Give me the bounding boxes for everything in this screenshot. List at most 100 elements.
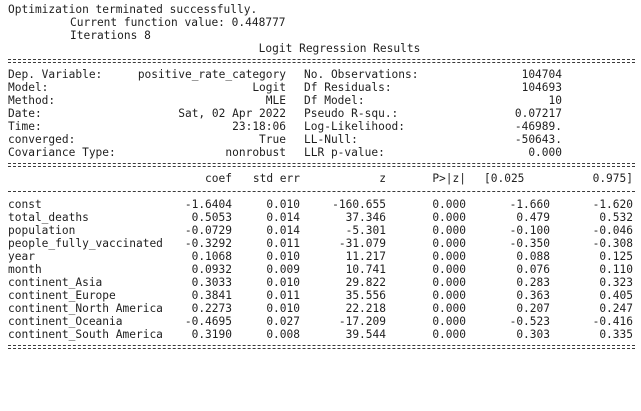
iterations-message: Iterations 8 xyxy=(70,29,151,42)
coef-value: 0.3841 xyxy=(191,289,232,302)
info-label-2: Df Model: xyxy=(304,94,365,107)
ci-lower-value: 0.363 xyxy=(516,289,550,302)
info-value-2: 0.07217 xyxy=(514,107,562,120)
header-single-rule xyxy=(8,185,635,198)
info-label-2: Log-Likelihood: xyxy=(304,120,406,133)
ci-upper-value: 0.335 xyxy=(599,328,633,341)
table-row: people_fully_vaccinated -0.3292 0.011 -31.0… xyxy=(8,237,635,250)
ci-upper-value: 0.247 xyxy=(599,302,633,315)
top-double-rule xyxy=(8,55,635,68)
ci-upper-value: 0.323 xyxy=(599,276,633,289)
info-label: Method: xyxy=(8,94,56,107)
p-value: 0.000 xyxy=(432,237,466,250)
ci-lower-value: 0.088 xyxy=(516,250,550,263)
coef-value: 0.0932 xyxy=(191,263,232,276)
info-label: Covariance Type: xyxy=(8,146,116,159)
info-row: Method: MLE Df Model: 10 xyxy=(8,94,635,107)
info-value: True xyxy=(259,133,286,146)
variable-name: population xyxy=(8,224,76,237)
z-value: -17.209 xyxy=(338,315,386,328)
p-value: 0.000 xyxy=(432,315,466,328)
model-info-table: Dep. Variable: positive_rate_category No. … xyxy=(8,68,635,159)
ci-lower-value: 0.303 xyxy=(516,328,550,341)
info-row: Covariance Type: nonrobust LLR p-value: 0.0… xyxy=(8,146,635,159)
info-value: Logit xyxy=(252,81,286,94)
p-value: 0.000 xyxy=(432,250,466,263)
std-err-value: 0.014 xyxy=(266,211,300,224)
std-err-value: 0.014 xyxy=(266,224,300,237)
std-err-value: 0.010 xyxy=(266,198,300,211)
variable-name: continent_Asia xyxy=(8,276,103,289)
std-err-value: 0.027 xyxy=(266,315,300,328)
info-value: 23:18:06 xyxy=(232,120,286,133)
info-label: converged: xyxy=(8,133,76,146)
variable-name: year xyxy=(8,250,35,263)
coef-value: 0.5053 xyxy=(191,211,232,224)
std-err-value: 0.009 xyxy=(266,263,300,276)
p-value: 0.000 xyxy=(432,276,466,289)
coef-value: 0.3033 xyxy=(191,276,232,289)
std-err-value: 0.010 xyxy=(266,276,300,289)
info-row: Dep. Variable: positive_rate_category No. … xyxy=(8,68,635,81)
table-row: population -0.0729 0.014 -5.301 0.000 -0.100 -… xyxy=(8,224,635,237)
info-value-2: 104704 xyxy=(521,68,562,81)
optimization-message: Optimization terminated successfully. xyxy=(8,3,258,16)
z-value: -5.301 xyxy=(345,224,386,237)
std-err-value: 0.010 xyxy=(266,302,300,315)
ci-lower-value: -0.523 xyxy=(509,315,550,328)
table-row: month 0.0932 0.009 10.741 0.000 0.076 0.110 xyxy=(8,263,635,276)
variable-name: continent_Oceania xyxy=(8,315,123,328)
coefficient-table: const -1.6404 0.010 -160.655 0.000 -1.660 -1.6… xyxy=(8,198,635,341)
variable-name: month xyxy=(8,263,42,276)
ci-upper-value: -1.620 xyxy=(592,198,633,211)
ci-upper-value: -0.308 xyxy=(592,237,633,250)
info-label-2: LLR p-value: xyxy=(304,146,385,159)
p-value: 0.000 xyxy=(432,224,466,237)
ci-lower-value: 0.207 xyxy=(516,302,550,315)
ci-upper-value: -0.416 xyxy=(592,315,633,328)
info-value: positive_rate_category xyxy=(137,68,286,81)
header-p-value: P>|z| xyxy=(432,172,466,185)
info-value-2: -46989. xyxy=(514,120,562,133)
function-value-message: Current function value: 0.448777 xyxy=(70,16,286,29)
z-value: 10.741 xyxy=(345,263,386,276)
bottom-double-rule xyxy=(8,341,635,354)
ci-lower-value: -1.660 xyxy=(509,198,550,211)
std-err-value: 0.010 xyxy=(266,250,300,263)
header-std-err: std err xyxy=(252,172,300,185)
p-value: 0.000 xyxy=(432,302,466,315)
ci-lower-value: 0.479 xyxy=(516,211,550,224)
p-value: 0.000 xyxy=(432,198,466,211)
info-label-2: Df Residuals: xyxy=(304,81,392,94)
results-title: Logit Regression Results xyxy=(258,42,421,55)
table-row: continent_Oceania -0.4695 0.027 -17.209 0.00… xyxy=(8,315,635,328)
p-value: 0.000 xyxy=(432,328,466,341)
p-value: 0.000 xyxy=(432,211,466,224)
table-row: year 0.1068 0.010 11.217 0.000 0.088 0.125 xyxy=(8,250,635,263)
ci-upper-value: -0.046 xyxy=(592,224,633,237)
info-row: converged: True LL-Null: -50643. xyxy=(8,133,635,146)
std-err-value: 0.008 xyxy=(266,328,300,341)
info-label-2: LL-Null: xyxy=(304,133,358,146)
table-row: continent_South America 0.3190 0.008 39.544… xyxy=(8,328,635,341)
info-value-2: 0.000 xyxy=(528,146,562,159)
info-value-2: 104693 xyxy=(521,81,562,94)
info-value: MLE xyxy=(265,94,286,107)
coef-value: 0.1068 xyxy=(191,250,232,263)
z-value: -31.079 xyxy=(338,237,386,250)
variable-name: continent_South America xyxy=(8,328,163,341)
info-value: Sat, 02 Apr 2022 xyxy=(178,107,286,120)
z-value: 35.556 xyxy=(345,289,386,302)
ci-lower-value: -0.100 xyxy=(509,224,550,237)
header-coef: coef xyxy=(205,172,232,185)
variable-name: people_fully_vaccinated xyxy=(8,237,163,250)
z-value: 22.218 xyxy=(345,302,386,315)
table-row: continent_Asia 0.3033 0.010 29.822 0.000 0.28… xyxy=(8,276,635,289)
ci-upper-value: 0.125 xyxy=(599,250,633,263)
coef-value: 0.2273 xyxy=(191,302,232,315)
info-value-2: -50643. xyxy=(514,133,562,146)
table-row: continent_North America 0.2273 0.010 22.218… xyxy=(8,302,635,315)
info-value: nonrobust xyxy=(225,146,286,159)
variable-name: continent_North America xyxy=(8,302,163,315)
z-value: 39.544 xyxy=(345,328,386,341)
